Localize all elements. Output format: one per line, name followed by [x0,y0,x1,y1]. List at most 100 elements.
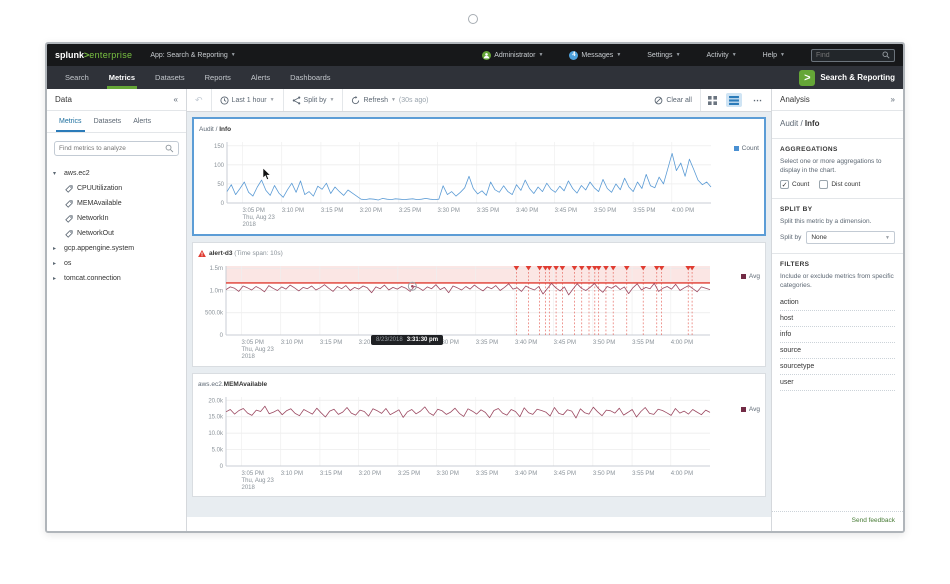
svg-text:3:35 PM: 3:35 PM [476,471,498,477]
send-feedback-link[interactable]: Send feedback [852,517,895,524]
chart-card-alert-d3[interactable]: alert-d3 (Time span: 10s) 0500.0k1.0m1.5… [192,242,766,367]
tree-group-gcp[interactable]: ▸ gcp.appengine.system [53,241,180,256]
svg-text:3:30 PM: 3:30 PM [437,471,459,477]
split-by-section: SPLIT BY Split this metric by a dimensio… [772,199,903,254]
logo-splunk: splunk [55,50,84,60]
messages-count-badge: 4 [569,51,578,60]
tree-group-tomcat[interactable]: ▸ tomcat.connection [53,271,180,286]
chart-card-audit-info[interactable]: Audit / Info 0501001503:05 PMThu, Aug 23… [192,117,766,236]
metrics-search-input[interactable] [59,145,165,152]
sidebar-tab-datasets[interactable]: Datasets [88,111,128,132]
clear-all-button[interactable]: Clear all [646,89,700,111]
aggregations-description: Select one or more aggregations to displ… [780,157,895,175]
memavailable-chart[interactable]: 05.0k10.0k15.0k20.0k3:05 PMThu, Aug 2320… [198,390,754,494]
filter-action[interactable]: action [780,295,895,311]
collapse-right-icon[interactable]: » [891,95,895,104]
tab-dashboards[interactable]: Dashboards [280,66,340,89]
account-menu[interactable]: Administrator▼ [482,51,543,60]
clock-icon [220,96,229,105]
tab-reports[interactable]: Reports [195,66,241,89]
list-view-button[interactable] [726,93,742,107]
caret-right-icon: ▸ [53,245,60,252]
sidebar-title: Data [55,95,72,104]
checkbox-dist-count[interactable]: Dist count [819,180,860,189]
activity-menu[interactable]: Activity▼ [707,52,737,59]
charts-toolbar: ↶ Last 1 hour▼ Split by▼ Refresh▼ (30s a… [187,89,771,112]
metric-tag-icon [65,230,73,238]
svg-text:0: 0 [220,464,224,470]
tree-metric-networkin[interactable]: NetworkIn [53,211,180,226]
svg-text:3:55 PM: 3:55 PM [633,208,655,214]
top-bar: splunk>enterprise App: Search & Reportin… [47,44,903,66]
svg-text:3:45 PM: 3:45 PM [554,471,576,477]
svg-text:5.0k: 5.0k [212,448,224,454]
svg-text:3:45 PM: 3:45 PM [554,340,576,346]
svg-text:50: 50 [217,182,224,188]
filter-info[interactable]: info [780,327,895,343]
tree-metric-memavailable[interactable]: MEMAvailable [53,196,180,211]
sidebar-tab-metrics[interactable]: Metrics [53,111,88,132]
checkbox-checked-icon: ✓ [780,180,789,189]
filter-user[interactable]: user [780,375,895,391]
chart-card-memavailable[interactable]: aws.ec2.MEMAvailable 05.0k10.0k15.0k20.0… [192,373,766,497]
more-options-button[interactable]: ⋯ [745,95,771,106]
svg-text:Thu, Aug 23: Thu, Aug 23 [242,215,275,221]
svg-text:3:25 PM: 3:25 PM [398,471,420,477]
svg-text:3:10 PM: 3:10 PM [281,471,303,477]
settings-menu[interactable]: Settings▼ [647,52,680,59]
caret-right-icon: ▸ [53,260,60,267]
collapse-left-icon[interactable]: « [174,95,178,104]
tree-metric-cpuutilization[interactable]: CPUUtilization [53,181,180,196]
filter-sourcetype[interactable]: sourcetype [780,359,895,375]
chart-legend: Count [734,145,759,152]
svg-text:4:00 PM: 4:00 PM [672,208,694,214]
time-range-picker[interactable]: Last 1 hour▼ [212,89,283,111]
split-by-select[interactable]: None ▼ [806,231,895,244]
svg-text:3:15 PM: 3:15 PM [320,340,342,346]
refresh-icon [351,96,360,105]
alert-triangle-icon [198,250,206,257]
chevron-down-icon: ▼ [330,97,335,103]
refresh-age: (30s ago) [399,97,429,104]
logo-enterprise: enterprise [89,50,132,60]
svg-text:Thu, Aug 23: Thu, Aug 23 [241,478,274,484]
svg-text:500.0k: 500.0k [205,311,224,317]
splunk-logo[interactable]: splunk>enterprise [55,50,132,60]
refresh-button[interactable]: Refresh▼ (30s ago) [343,89,436,111]
alert-d3-chart[interactable]: 0500.0k1.0m1.5m3:05 PMThu, Aug 2320183:1… [198,259,754,363]
audit-info-chart[interactable]: 0501001503:05 PMThu, Aug 2320183:10 PM3:… [199,135,755,231]
sidebar-tab-alerts[interactable]: Alerts [127,111,157,132]
app-menu[interactable]: App: Search & Reporting▼ [150,52,235,59]
metric-tag-icon [65,215,73,223]
tab-datasets[interactable]: Datasets [145,66,195,89]
filter-source[interactable]: source [780,343,895,359]
messages-menu[interactable]: 4 Messages▼ [569,51,621,60]
find-input[interactable] [816,52,882,59]
tab-metrics[interactable]: Metrics [99,66,145,89]
grid-view-button[interactable] [704,93,720,107]
tab-alerts[interactable]: Alerts [241,66,280,89]
svg-text:1.0m: 1.0m [210,288,223,294]
chart-tooltip: 8/23/2018 3:31:30 pm [371,335,443,345]
charts-canvas: Audit / Info 0501001503:05 PMThu, Aug 23… [187,112,771,517]
filter-host[interactable]: host [780,311,895,327]
legend-swatch [734,146,739,151]
tab-search[interactable]: Search [55,66,99,89]
svg-text:2018: 2018 [241,354,255,360]
find-search[interactable] [811,49,895,62]
svg-text:3:35 PM: 3:35 PM [476,340,498,346]
app-nav-bar: Search Metrics Datasets Reports Alerts D… [47,66,903,89]
metrics-search[interactable] [54,141,179,156]
metric-tag-icon [65,200,73,208]
tree-group-os[interactable]: ▸ os [53,256,180,271]
tree-group-aws-ec2[interactable]: ▾ aws.ec2 [53,166,180,181]
undo-button[interactable]: ↶ [187,89,211,111]
split-by-button[interactable]: Split by▼ [284,89,343,111]
svg-text:1.5m: 1.5m [210,266,223,272]
checkbox-count[interactable]: ✓ Count [780,180,809,189]
tree-metric-networkout[interactable]: NetworkOut [53,226,180,241]
chart-title: aws.ec2.MEMAvailable [198,378,760,390]
svg-text:3:05 PM: 3:05 PM [242,208,264,214]
aggregations-heading: AGGREGATIONS [780,146,895,153]
help-menu[interactable]: Help▼ [763,52,785,59]
